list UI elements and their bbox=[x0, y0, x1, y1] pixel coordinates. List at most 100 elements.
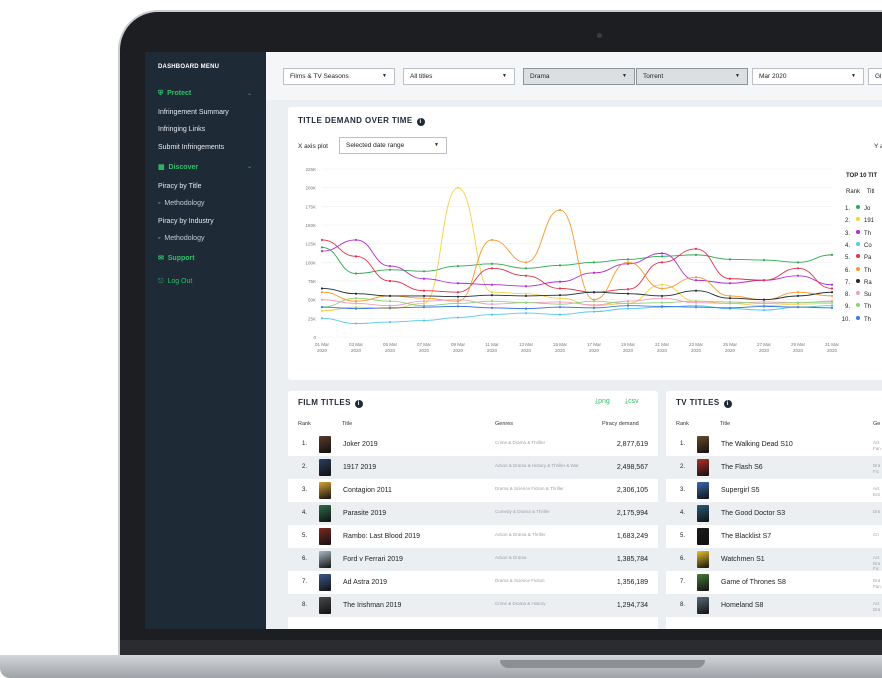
data-point[interactable] bbox=[558, 287, 562, 290]
data-point[interactable] bbox=[728, 277, 732, 280]
sidebar-item-methodology-industry[interactable]: ◦ Methodology bbox=[158, 235, 204, 242]
data-point[interactable] bbox=[388, 279, 392, 283]
download-png-button[interactable]: ⤓png bbox=[595, 398, 610, 406]
table-row[interactable]: 2. The Flash S6 Dra Fic bbox=[666, 456, 882, 479]
data-point[interactable] bbox=[490, 313, 494, 316]
data-point[interactable] bbox=[830, 304, 834, 307]
data-point[interactable] bbox=[456, 302, 460, 305]
info-icon[interactable]: i bbox=[354, 400, 363, 408]
poster-thumbnail[interactable] bbox=[697, 597, 709, 614]
data-point[interactable] bbox=[456, 186, 460, 189]
series-line[interactable] bbox=[321, 209, 833, 302]
table-row[interactable]: 5. The Blacklist S7 Cri bbox=[666, 525, 882, 548]
data-point[interactable] bbox=[422, 270, 426, 273]
legend-item[interactable]: 10. Th bbox=[838, 315, 871, 323]
data-point[interactable] bbox=[694, 289, 698, 292]
data-point[interactable] bbox=[830, 283, 834, 286]
data-point[interactable] bbox=[388, 306, 392, 309]
data-point[interactable] bbox=[354, 302, 358, 305]
data-point[interactable] bbox=[354, 300, 358, 303]
data-point[interactable] bbox=[490, 294, 494, 297]
info-icon[interactable]: i bbox=[723, 400, 732, 408]
data-point[interactable] bbox=[660, 305, 664, 308]
data-point[interactable] bbox=[660, 294, 664, 298]
series-line[interactable] bbox=[321, 246, 833, 274]
data-point[interactable] bbox=[490, 238, 494, 242]
data-point[interactable] bbox=[354, 292, 358, 295]
data-point[interactable] bbox=[592, 303, 596, 306]
data-point[interactable] bbox=[762, 279, 766, 282]
data-point[interactable] bbox=[762, 309, 766, 312]
data-point[interactable] bbox=[660, 283, 664, 286]
data-point[interactable] bbox=[388, 294, 392, 298]
data-point[interactable] bbox=[796, 301, 800, 304]
content-type-select[interactable]: Films & TV Seasons ▼ bbox=[283, 68, 395, 85]
data-point[interactable] bbox=[558, 306, 562, 309]
column-header-genres[interactable]: Genres bbox=[495, 421, 513, 427]
data-point[interactable] bbox=[626, 307, 630, 310]
data-point[interactable] bbox=[320, 306, 324, 309]
data-point[interactable] bbox=[592, 291, 596, 294]
series-line[interactable] bbox=[321, 305, 833, 310]
region-select[interactable]: Gl bbox=[868, 68, 882, 85]
column-header-rank[interactable]: Rank bbox=[676, 421, 689, 427]
data-point[interactable] bbox=[694, 253, 698, 256]
data-point[interactable] bbox=[388, 264, 392, 268]
table-row[interactable]: 8. Homeland S8 Act Dra bbox=[666, 594, 882, 617]
data-point[interactable] bbox=[762, 298, 766, 301]
poster-thumbnail[interactable] bbox=[697, 436, 709, 453]
data-point[interactable] bbox=[762, 302, 766, 305]
poster-thumbnail[interactable] bbox=[697, 528, 709, 545]
chevron-down-icon[interactable]: ⌄ bbox=[247, 163, 252, 170]
period-select[interactable]: Mar 2020 ▼ bbox=[752, 68, 864, 85]
data-point[interactable] bbox=[830, 291, 834, 294]
data-point[interactable] bbox=[728, 258, 732, 261]
data-point[interactable] bbox=[354, 322, 358, 325]
data-point[interactable] bbox=[320, 287, 324, 290]
data-point[interactable] bbox=[354, 238, 358, 242]
data-point[interactable] bbox=[388, 268, 392, 271]
table-row[interactable]: 7. Ad Astra 2019 Drama & Science Fiction 1,… bbox=[288, 571, 658, 594]
poster-thumbnail[interactable] bbox=[319, 528, 331, 545]
data-point[interactable] bbox=[626, 302, 630, 305]
data-point[interactable] bbox=[558, 300, 562, 304]
data-point[interactable] bbox=[354, 297, 358, 300]
data-point[interactable] bbox=[320, 298, 324, 301]
source-select[interactable]: Torrent ▼ bbox=[636, 68, 748, 85]
legend-item[interactable]: 4. Co bbox=[838, 241, 872, 249]
data-point[interactable] bbox=[626, 304, 630, 307]
data-point[interactable] bbox=[490, 306, 494, 309]
data-point[interactable] bbox=[660, 301, 664, 304]
data-point[interactable] bbox=[558, 264, 562, 267]
chevron-down-icon[interactable]: ⌄ bbox=[247, 90, 252, 97]
sidebar-item-infringing-links[interactable]: Infringing Links bbox=[158, 126, 205, 133]
data-point[interactable] bbox=[490, 291, 494, 294]
data-point[interactable] bbox=[524, 312, 528, 315]
sidebar-item-piracy-by-industry[interactable]: Piracy by Industry bbox=[158, 218, 214, 225]
info-icon[interactable]: i bbox=[416, 118, 425, 126]
data-point[interactable] bbox=[660, 252, 664, 255]
legend-item[interactable]: 8. Su bbox=[838, 291, 871, 298]
poster-thumbnail[interactable] bbox=[697, 551, 709, 568]
data-point[interactable] bbox=[354, 307, 358, 310]
column-header-title[interactable]: Title bbox=[720, 421, 730, 427]
data-point[interactable] bbox=[456, 291, 460, 294]
data-point[interactable] bbox=[592, 271, 596, 274]
data-point[interactable] bbox=[592, 306, 596, 309]
table-row[interactable]: 3. Contagion 2011 Drama & Science Fiction … bbox=[288, 479, 658, 502]
legend-item[interactable]: 9. Th bbox=[838, 303, 871, 310]
titles-select[interactable]: All titles ▼ bbox=[403, 68, 515, 85]
data-point[interactable] bbox=[558, 294, 562, 297]
legend-item[interactable]: 5. Pa bbox=[838, 254, 871, 261]
data-point[interactable] bbox=[456, 298, 460, 301]
table-row[interactable]: 8. The Irishman 2019 Crime & Drama & Histo… bbox=[288, 594, 658, 617]
poster-thumbnail[interactable] bbox=[319, 574, 331, 591]
data-point[interactable] bbox=[660, 255, 664, 258]
legend-item[interactable]: 7. Ra bbox=[838, 278, 872, 286]
data-point[interactable] bbox=[558, 208, 562, 212]
data-point[interactable] bbox=[320, 250, 324, 253]
poster-thumbnail[interactable] bbox=[319, 505, 331, 522]
data-point[interactable] bbox=[422, 277, 426, 280]
data-point[interactable] bbox=[388, 300, 392, 303]
data-point[interactable] bbox=[490, 262, 494, 265]
